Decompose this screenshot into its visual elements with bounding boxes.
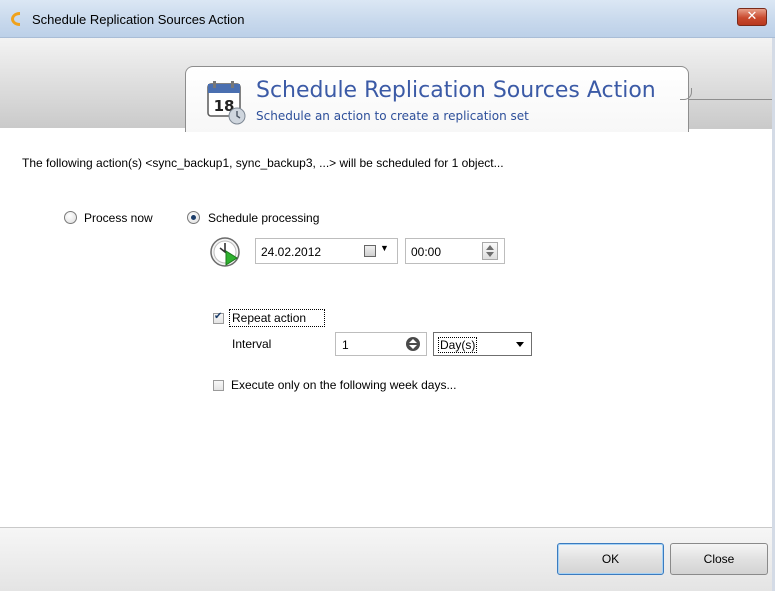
- close-icon: ✕: [746, 9, 758, 24]
- header-tab-line: [688, 99, 775, 100]
- chevron-down-icon[interactable]: ▼: [380, 243, 389, 253]
- window-close-button[interactable]: ✕: [737, 8, 767, 26]
- calendar-icon: 18: [207, 81, 246, 125]
- interval-label: Interval: [232, 337, 272, 351]
- header-divider: [0, 128, 185, 130]
- interval-unit-value: Day(s): [438, 337, 478, 353]
- repeat-action-label[interactable]: Repeat action: [232, 311, 306, 325]
- ok-button[interactable]: OK: [557, 543, 664, 575]
- dropdown-arrow-icon[interactable]: [516, 342, 524, 347]
- time-value: 00:00: [411, 245, 442, 259]
- schedule-processing-label[interactable]: Schedule processing: [208, 211, 319, 225]
- interval-input[interactable]: 1: [335, 332, 427, 356]
- header-title: Schedule Replication Sources Action: [256, 78, 656, 103]
- weekdays-label[interactable]: Execute only on the following week days.…: [231, 378, 456, 392]
- weekdays-checkbox[interactable]: [213, 380, 224, 391]
- interval-value: 1: [342, 338, 349, 352]
- info-text: The following action(s) <sync_backup1, s…: [22, 156, 504, 170]
- interval-spinner-icon[interactable]: [406, 337, 420, 351]
- process-now-label[interactable]: Process now: [84, 211, 153, 225]
- window-title: Schedule Replication Sources Action: [32, 12, 245, 27]
- date-value: 24.02.2012: [261, 245, 322, 259]
- process-now-radio[interactable]: [64, 211, 77, 224]
- calendar-dropdown-icon[interactable]: [364, 245, 376, 257]
- schedule-processing-radio[interactable]: [187, 211, 200, 224]
- clock-icon: [210, 237, 240, 267]
- close-button[interactable]: Close: [670, 543, 768, 575]
- app-logo-icon: [11, 12, 20, 26]
- interval-unit-select[interactable]: Day(s): [433, 332, 532, 356]
- window-titlebar: Schedule Replication Sources Action ✕: [0, 0, 775, 38]
- repeat-action-checkbox[interactable]: [213, 311, 224, 324]
- time-input[interactable]: 00:00: [405, 238, 505, 264]
- date-picker[interactable]: 24.02.2012 ▼: [255, 238, 398, 264]
- time-spinner[interactable]: [482, 242, 498, 260]
- header-subtitle: Schedule an action to create a replicati…: [256, 109, 529, 123]
